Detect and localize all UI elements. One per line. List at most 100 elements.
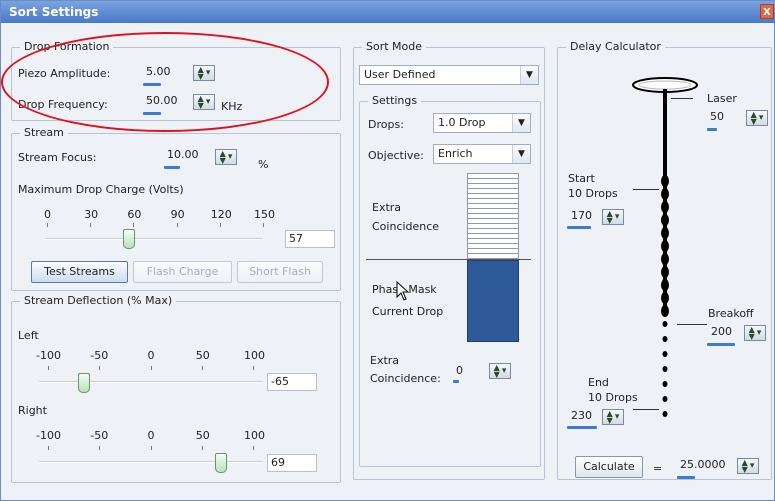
breakoff-spinner[interactable]: ▲ ▼ ▾: [744, 325, 766, 341]
tick-mark: [90, 223, 92, 227]
tick-label: 120: [210, 208, 232, 221]
left-slider-track[interactable]: [39, 381, 263, 383]
chevron-down-icon[interactable]: ▼: [512, 145, 530, 163]
tick-label: 0: [147, 429, 155, 442]
calculate-button[interactable]: Calculate: [575, 456, 643, 478]
laser-pointer-line: [671, 98, 693, 99]
droplet: [662, 321, 668, 327]
short-flash-button[interactable]: Short Flash: [237, 261, 323, 283]
cursor-arrow-icon: [396, 281, 410, 301]
laser-spinner[interactable]: ▲ ▼ ▾: [746, 110, 768, 126]
start-indicator: [567, 226, 591, 229]
droplet: [661, 292, 669, 304]
stream-legend: Stream: [20, 126, 68, 139]
chevron-down-icon[interactable]: ▼: [512, 114, 530, 132]
tick-label: -50: [90, 349, 109, 362]
droplet: [661, 266, 669, 278]
start-drops-label: Start 10 Drops: [568, 172, 618, 200]
extra-coincidence-input[interactable]: 0: [453, 363, 479, 381]
end-spinner[interactable]: ▲ ▼ ▾: [602, 409, 624, 425]
tick-mark: [253, 446, 254, 450]
title-bar[interactable]: Sort Settings X: [1, 1, 775, 23]
droplet: [661, 253, 669, 265]
laser-indicator: [707, 128, 717, 131]
droplet: [662, 381, 668, 387]
tick-mark: [176, 223, 178, 227]
stream-focus-label: Stream Focus:: [18, 151, 97, 164]
charge-value-field[interactable]: 57: [285, 230, 335, 248]
end-indicator: [567, 426, 597, 429]
right-slider-track[interactable]: [39, 461, 263, 463]
objective-value: Enrich: [438, 147, 473, 160]
droplet: [662, 411, 668, 417]
stream-focus-spinner[interactable]: ▲ ▼ ▾: [215, 149, 237, 165]
breakoff-pointer-line: [677, 324, 707, 325]
start-input[interactable]: 170: [568, 208, 598, 226]
tick-label: 60: [127, 208, 142, 221]
droplet: [661, 305, 669, 317]
tick-mark: [201, 366, 203, 370]
chevron-down-icon[interactable]: ▼: [520, 66, 538, 84]
max-drop-charge-label: Maximum Drop Charge (Volts): [18, 183, 184, 196]
tick-mark: [219, 223, 221, 227]
test-streams-button[interactable]: Test Streams: [31, 261, 128, 283]
extra-coincidence-indicator: [453, 380, 459, 383]
window-title: Sort Settings: [9, 5, 99, 19]
charge-slider-track[interactable]: [45, 238, 263, 240]
breakoff-input[interactable]: 200: [708, 324, 738, 342]
extra-coincidence-spinner[interactable]: ▲ ▼ ▾: [489, 363, 511, 379]
delay-result-spinner[interactable]: ▲ ▼ ▾: [737, 458, 759, 474]
tick-mark: [150, 446, 152, 450]
left-value-field[interactable]: -65: [267, 373, 317, 391]
stream-deflection-legend: Stream Deflection (% Max): [20, 294, 177, 307]
settings-legend: Settings: [368, 94, 422, 107]
start-spinner[interactable]: ▲ ▼ ▾: [602, 209, 624, 225]
laser-input[interactable]: 50: [707, 109, 737, 127]
right-value-field[interactable]: 69: [267, 454, 317, 472]
current-drop-zone: [467, 260, 519, 342]
close-button[interactable]: X: [760, 4, 774, 19]
tick-mark: [48, 366, 49, 370]
sort-mode-legend: Sort Mode: [362, 40, 427, 53]
charge-slider-thumb[interactable]: [123, 229, 136, 249]
extra-coincidence-bottom-label: Extra Coincidence:: [370, 354, 441, 385]
extra-coincidence-zone: [467, 173, 519, 259]
objective-label: Objective:: [368, 149, 424, 162]
objective-select[interactable]: Enrich ▼: [433, 144, 531, 164]
droplet: [661, 201, 669, 213]
droplet: [662, 396, 668, 402]
delay-result-indicator: [677, 476, 695, 479]
right-slider-thumb[interactable]: [215, 453, 228, 473]
drops-value: 1.0 Drop: [438, 116, 486, 129]
right-deflection-label: Right: [18, 404, 47, 417]
droplet: [661, 214, 669, 226]
end-drops-label: End 10 Drops: [588, 376, 638, 404]
sort-mode-value: User Defined: [364, 68, 436, 81]
end-pointer-line: [633, 409, 659, 410]
droplet: [661, 227, 669, 239]
droplet: [661, 188, 669, 200]
left-slider-thumb[interactable]: [77, 373, 90, 393]
tick-mark: [150, 366, 152, 370]
droplet: [662, 366, 668, 372]
stream-focus-input[interactable]: 10.00: [164, 147, 208, 165]
delay-calculator-legend: Delay Calculator: [566, 40, 665, 53]
droplet: [661, 240, 669, 252]
tick-label: 150: [254, 208, 275, 221]
end-input[interactable]: 230: [568, 408, 598, 426]
breakoff-label: Breakoff: [708, 307, 754, 320]
tick-mark: [201, 446, 203, 450]
breakoff-indicator: [707, 343, 735, 346]
tick-label: -100: [36, 349, 61, 362]
droplet: [661, 175, 669, 187]
equals-sign: =: [653, 462, 663, 475]
droplet: [661, 279, 669, 291]
tick-label: 90: [170, 208, 185, 221]
drops-select[interactable]: 1.0 Drop ▼: [433, 113, 531, 133]
sort-mode-select[interactable]: User Defined ▼: [359, 65, 539, 85]
flash-charge-button[interactable]: Flash Charge: [133, 261, 232, 283]
highlight-annotation-oval: [1, 32, 329, 132]
tick-label: -50: [90, 429, 109, 442]
start-pointer-line: [633, 189, 659, 190]
delay-result-input[interactable]: 25.0000: [677, 457, 733, 475]
